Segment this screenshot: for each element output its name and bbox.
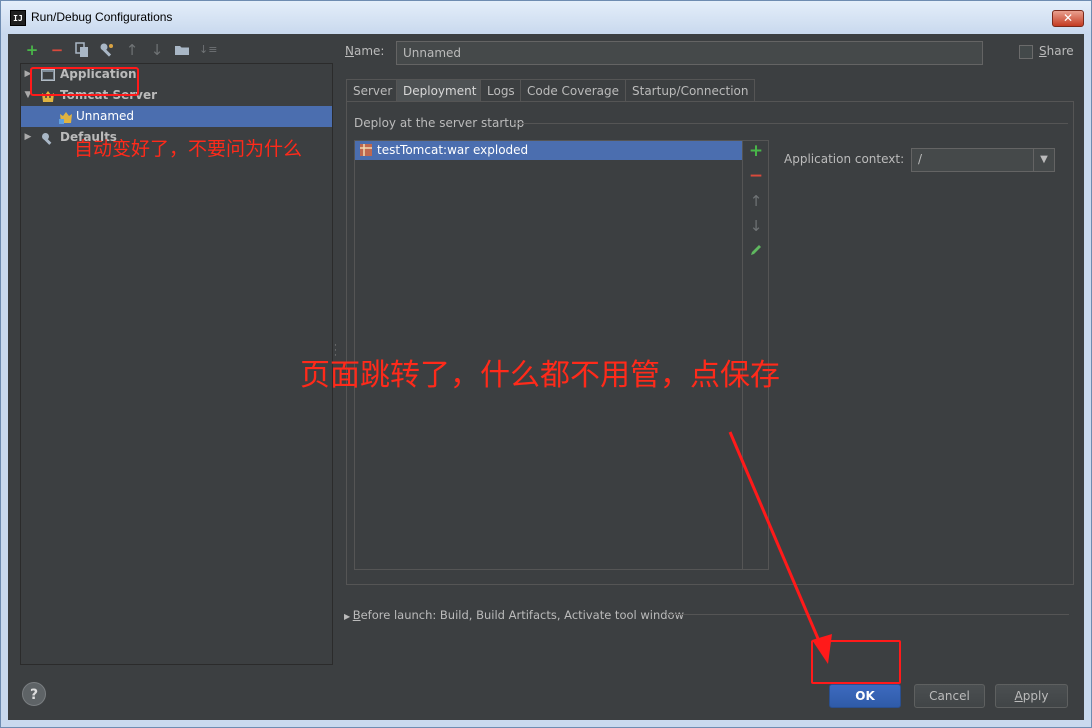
ok-button[interactable]: OK: [829, 684, 901, 708]
cancel-button[interactable]: Cancel: [914, 684, 985, 708]
tab-code-coverage[interactable]: Code Coverage: [520, 79, 627, 102]
tab-server[interactable]: Server: [346, 79, 400, 102]
tomcat-config-icon: [59, 110, 73, 124]
close-window-button[interactable]: ✕: [1052, 10, 1084, 27]
annotation-highlight-ok: [811, 640, 901, 684]
share-checkbox[interactable]: [1019, 45, 1033, 59]
add-icon[interactable]: +: [748, 143, 764, 160]
name-label: Name:: [345, 44, 385, 58]
name-input[interactable]: Unnamed: [396, 41, 983, 65]
application-context-label: Application context:: [784, 152, 905, 166]
sort-icon[interactable]: ↓≡: [199, 42, 217, 58]
artifact-label: testTomcat:war exploded: [377, 143, 529, 157]
remove-icon[interactable]: −: [49, 42, 65, 58]
expand-arrow-icon[interactable]: ▶: [344, 612, 353, 621]
move-up-icon[interactable]: ↑: [748, 193, 764, 209]
help-button[interactable]: ?: [22, 682, 46, 706]
annotation-note-center: 页面跳转了，什么都不用管，点保存: [300, 358, 780, 393]
add-icon[interactable]: +: [24, 42, 40, 58]
title-bar[interactable]: IJ Run/Debug Configurations ✕: [1, 1, 1091, 34]
tab-startup-connection[interactable]: Startup/Connection: [625, 79, 756, 102]
remove-icon[interactable]: −: [748, 168, 764, 185]
folder-icon[interactable]: [174, 42, 190, 58]
wrench-icon: [41, 131, 55, 145]
section-divider: [666, 614, 1069, 615]
artifact-icon: [359, 143, 373, 163]
dropdown-arrow-icon[interactable]: ▼: [1033, 149, 1054, 171]
move-down-icon[interactable]: ↓: [748, 218, 764, 234]
annotation-note-left: 自动变好了，不要问为什么: [74, 138, 303, 160]
expand-arrow-icon[interactable]: ▶: [23, 127, 33, 148]
edit-icon[interactable]: [748, 243, 764, 259]
tab-deployment[interactable]: Deployment: [396, 79, 484, 102]
move-down-icon[interactable]: ↓: [149, 42, 165, 58]
before-launch-section[interactable]: ▶ Before launch: Build, Build Artifacts,…: [344, 608, 684, 622]
deploy-header: Deploy at the server startup: [354, 116, 525, 130]
copy-icon[interactable]: [74, 42, 90, 58]
tab-logs[interactable]: Logs: [480, 79, 522, 102]
intellij-app-icon: IJ: [10, 10, 26, 26]
apply-button[interactable]: Apply: [995, 684, 1068, 708]
wrench-icon[interactable]: [99, 42, 115, 58]
annotation-highlight-unnamed: [30, 67, 139, 96]
deployment-artifact-item[interactable]: testTomcat:war exploded: [355, 141, 742, 160]
application-context-value[interactable]: /: [918, 152, 922, 166]
tree-item-label: Unnamed: [76, 109, 135, 123]
tree-item-unnamed[interactable]: Unnamed: [21, 106, 332, 127]
window-title: Run/Debug Configurations: [31, 10, 173, 24]
move-up-icon[interactable]: ↑: [124, 42, 140, 58]
section-divider: [514, 123, 1068, 124]
share-label[interactable]: Share: [1039, 44, 1074, 58]
